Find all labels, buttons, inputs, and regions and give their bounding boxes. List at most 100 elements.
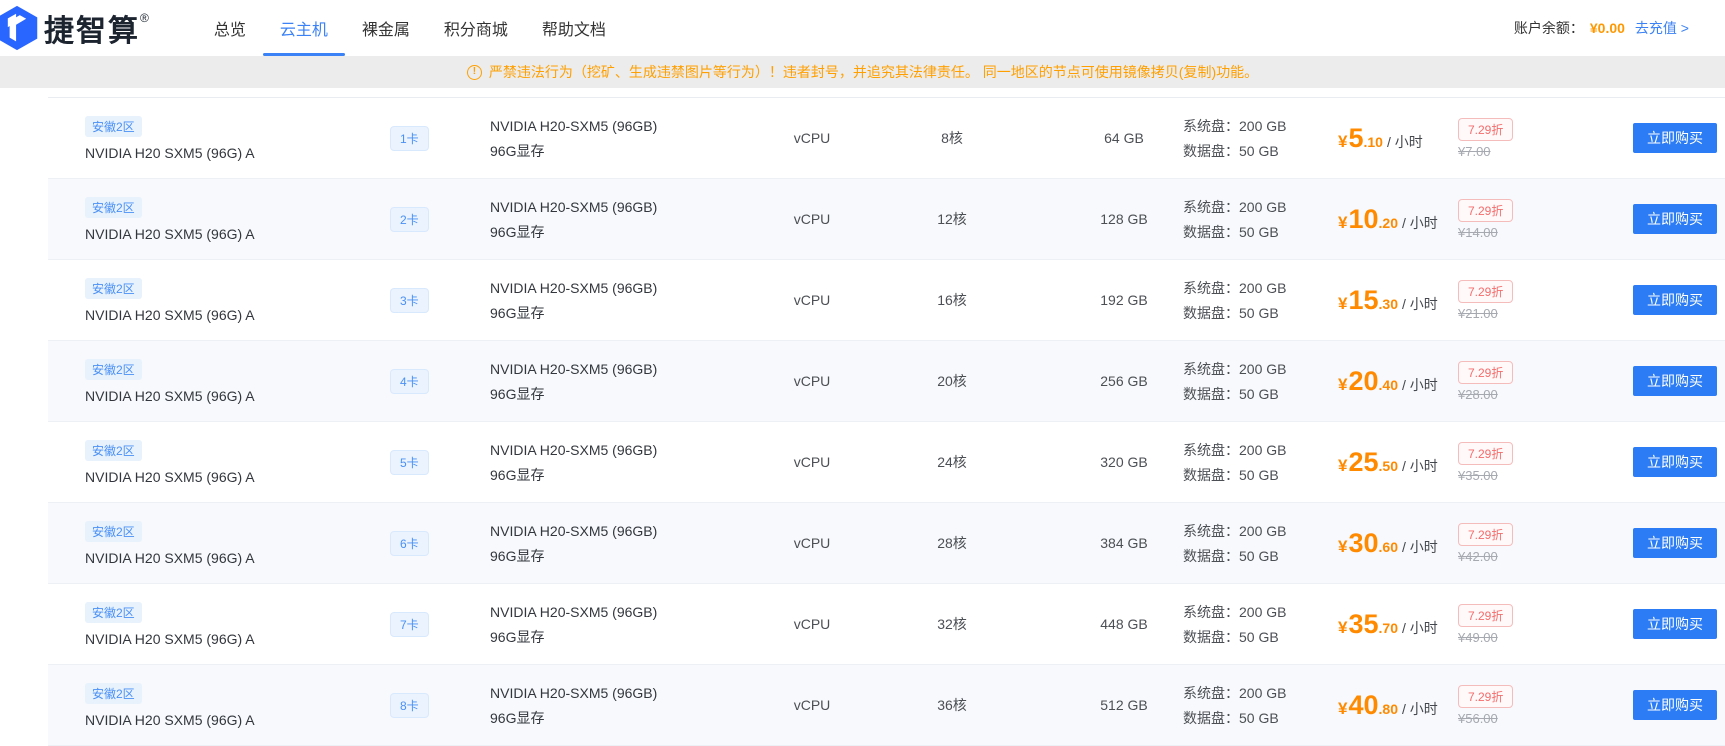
price-integer: 40	[1348, 689, 1379, 720]
buy-cell: 立即购买	[1633, 422, 1717, 502]
nav-tab-help-docs[interactable]: 帮助文档	[525, 0, 623, 56]
buy-now-button[interactable]: 立即购买	[1633, 609, 1717, 639]
registered-mark: ®	[140, 11, 149, 25]
nav-tab-cloud-host[interactable]: 云主机	[262, 0, 345, 56]
warning-text: 严禁违法行为（挖矿、生成违禁图片等行为）！违者封号，并追究其法律责任。 同一地区…	[488, 64, 1259, 80]
gpu-model-cell: NVIDIA H20-SXM5 (96GB) 96G显存	[490, 584, 657, 664]
cpu-cores: 12核	[937, 211, 967, 227]
card-count-cell: 3卡	[390, 260, 429, 340]
memory-size: 64 GB	[1104, 130, 1144, 146]
price-decimal: .80	[1378, 700, 1398, 717]
nav-tab-overview[interactable]: 总览	[197, 0, 263, 56]
buy-now-button[interactable]: 立即购买	[1633, 528, 1717, 558]
cpu-type: vCPU	[793, 211, 831, 227]
price-unit: / 小时	[1401, 376, 1438, 393]
gpu-memory: 96G显存	[490, 223, 545, 240]
buy-cell: 立即购买	[1633, 179, 1717, 259]
brand-logo: 捷智算 ®	[0, 5, 149, 51]
nav-tab-bare-metal[interactable]: 裸金属	[345, 0, 427, 56]
buy-cell: 立即购买	[1633, 665, 1717, 745]
cpu-type-cell: vCPU	[764, 665, 860, 745]
discount-cell: 7.29折 ¥49.00	[1458, 584, 1514, 664]
system-disk-label: 系统盘：	[1183, 441, 1239, 458]
discount-badge: 7.29折	[1458, 441, 1514, 465]
system-disk-size: 200 GB	[1239, 522, 1287, 539]
price-cell: ¥ 5 .10 / 小时	[1338, 98, 1423, 178]
card-count-cell: 8卡	[390, 665, 429, 745]
buy-now-button[interactable]: 立即购买	[1633, 690, 1717, 720]
hourly-price: ¥ 35 .70 / 小时	[1338, 609, 1438, 640]
data-disk-size: 50 GB	[1239, 223, 1279, 240]
memory-cell: 192 GB	[1076, 260, 1172, 340]
cpu-cores: 8核	[941, 130, 963, 146]
system-disk-size: 200 GB	[1239, 279, 1287, 296]
data-disk-label: 数据盘：	[1183, 142, 1239, 159]
gpu-model: NVIDIA H20-SXM5 (96GB)	[490, 279, 658, 296]
system-disk-label: 系统盘：	[1183, 198, 1239, 215]
memory-size: 128 GB	[1100, 211, 1148, 227]
price-cell: ¥ 20 .40 / 小时	[1338, 341, 1438, 421]
price-decimal: .70	[1378, 619, 1398, 636]
cpu-cores: 36核	[937, 697, 967, 713]
server-row: 安徽2区 NVIDIA H20 SXM5 (96G) A 8卡 NVIDIA H…	[48, 665, 1725, 746]
server-row: 安徽2区 NVIDIA H20 SXM5 (96G) A 4卡 NVIDIA H…	[48, 341, 1725, 422]
price-integer: 15	[1348, 284, 1379, 315]
currency-symbol: ¥	[1338, 698, 1348, 718]
system-disk-size: 200 GB	[1239, 603, 1287, 620]
data-disk-label: 数据盘：	[1183, 223, 1239, 240]
server-table: 安徽2区 NVIDIA H20 SXM5 (96G) A 1卡 NVIDIA H…	[48, 97, 1725, 746]
data-disk-label: 数据盘：	[1183, 466, 1239, 483]
data-disk-line: 数据盘：50 GB	[1183, 303, 1279, 323]
cpu-type: vCPU	[793, 292, 831, 308]
buy-now-button[interactable]: 立即购买	[1633, 123, 1717, 153]
price-cell: ¥ 30 .60 / 小时	[1338, 503, 1438, 583]
data-disk-size: 50 GB	[1239, 142, 1279, 159]
cpu-type: vCPU	[793, 130, 831, 146]
system-disk-label: 系统盘：	[1183, 684, 1239, 701]
card-count-badge: 8卡	[390, 692, 429, 718]
cpu-cores: 16核	[937, 292, 967, 308]
cpu-type-cell: vCPU	[764, 503, 860, 583]
buy-now-button[interactable]: 立即购买	[1633, 366, 1717, 396]
discount-cell: 7.29折 ¥28.00	[1458, 341, 1514, 421]
memory-cell: 320 GB	[1076, 422, 1172, 502]
price-integer: 5	[1348, 122, 1364, 153]
server-row: 安徽2区 NVIDIA H20 SXM5 (96G) A 1卡 NVIDIA H…	[48, 98, 1725, 179]
system-disk-label: 系统盘：	[1183, 279, 1239, 296]
buy-now-button[interactable]: 立即购买	[1633, 204, 1717, 234]
recharge-link[interactable]: 去充值 >	[1635, 18, 1689, 38]
system-disk-size: 200 GB	[1239, 198, 1287, 215]
memory-cell: 128 GB	[1076, 179, 1172, 259]
buy-now-button[interactable]: 立即购买	[1633, 285, 1717, 315]
system-disk-line: 系统盘：200 GB	[1183, 683, 1286, 703]
hourly-price: ¥ 5 .10 / 小时	[1338, 123, 1423, 154]
discount-cell: 7.29折 ¥35.00	[1458, 422, 1514, 502]
region-name-cell: 安徽2区 NVIDIA H20 SXM5 (96G) A	[85, 341, 255, 421]
region-name-cell: 安徽2区 NVIDIA H20 SXM5 (96G) A	[85, 665, 255, 745]
nav-tab-points-mall[interactable]: 积分商城	[427, 0, 525, 56]
price-integer: 20	[1348, 365, 1379, 396]
original-price: ¥21.00	[1458, 305, 1498, 321]
server-row: 安徽2区 NVIDIA H20 SXM5 (96G) A 5卡 NVIDIA H…	[48, 422, 1725, 503]
price-integer: 35	[1348, 608, 1379, 639]
memory-size: 448 GB	[1100, 616, 1148, 632]
price-unit: / 小时	[1401, 457, 1438, 474]
cpu-cores: 20核	[937, 373, 967, 389]
cpu-cores-cell: 28核	[904, 503, 1000, 583]
data-disk-size: 50 GB	[1239, 304, 1279, 321]
memory-size: 256 GB	[1100, 373, 1148, 389]
cpu-type-cell: vCPU	[764, 98, 860, 178]
data-disk-size: 50 GB	[1239, 709, 1279, 726]
region-name-cell: 安徽2区 NVIDIA H20 SXM5 (96G) A	[85, 98, 255, 178]
original-price: ¥14.00	[1458, 224, 1498, 240]
top-header: 捷智算 ® 总览 云主机 裸金属 积分商城 帮助文档 账户余额： ¥0.00 去…	[0, 0, 1725, 56]
buy-now-button[interactable]: 立即购买	[1633, 447, 1717, 477]
cpu-cores-cell: 32核	[904, 584, 1000, 664]
price-unit: / 小时	[1401, 619, 1438, 636]
cpu-cores: 32核	[937, 616, 967, 632]
card-count-badge: 1卡	[390, 125, 429, 151]
region-name-cell: 安徽2区 NVIDIA H20 SXM5 (96G) A	[85, 503, 255, 583]
cpu-type-cell: vCPU	[764, 260, 860, 340]
price-cell: ¥ 25 .50 / 小时	[1338, 422, 1438, 502]
data-disk-size: 50 GB	[1239, 466, 1279, 483]
